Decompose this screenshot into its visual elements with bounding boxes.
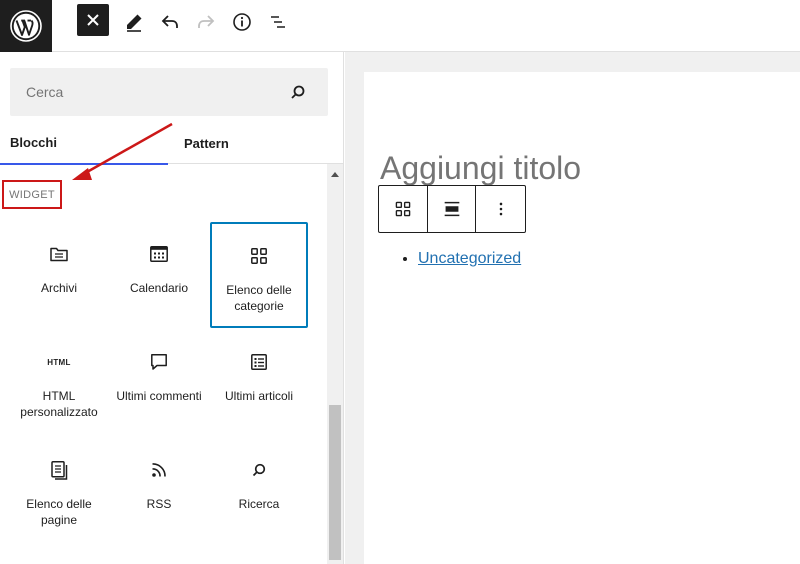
- details-button[interactable]: [224, 4, 260, 40]
- comment-icon: [147, 350, 171, 374]
- block-label: Archivi: [40, 281, 77, 295]
- block-inserter-panel: Blocchi Pattern Archivi: [0, 52, 344, 564]
- block-item-latest-posts[interactable]: Ultimi articoli: [210, 330, 308, 436]
- close-inserter-button[interactable]: [77, 4, 109, 36]
- widget-category-heading: WIDGET: [2, 180, 62, 209]
- block-item-page-list[interactable]: Elenco delle pagine: [10, 438, 108, 544]
- categories-list: Uncategorized: [398, 250, 521, 268]
- pencil-icon: [127, 14, 142, 32]
- block-item-rss[interactable]: RSS: [110, 438, 208, 544]
- post-title-input[interactable]: Aggiungi titolo: [380, 150, 581, 187]
- category-link[interactable]: Uncategorized: [418, 250, 521, 267]
- block-type-button[interactable]: [379, 186, 428, 232]
- block-item-latest-comments[interactable]: Ultimi commenti: [110, 330, 208, 436]
- block-label: Calendario: [129, 281, 189, 295]
- tools-button[interactable]: [116, 4, 152, 40]
- search-box: [10, 68, 328, 116]
- block-label: RSS: [146, 497, 172, 511]
- editor-canvas: [364, 72, 800, 564]
- folder-icon: [47, 242, 71, 266]
- block-label: Ricerca: [238, 497, 280, 511]
- close-icon: [87, 14, 99, 26]
- block-label: Elenco delle pagine: [26, 497, 92, 527]
- wordpress-logo-icon: [10, 10, 42, 42]
- rss-icon: [147, 458, 171, 482]
- scrollbar-thumb[interactable]: [329, 405, 341, 560]
- calendar-icon: [147, 242, 171, 266]
- block-item-categories[interactable]: Elenco delle categorie: [210, 222, 308, 328]
- info-icon: [233, 13, 251, 31]
- redo-icon: [198, 15, 215, 28]
- block-item-custom-html[interactable]: HTML HTML personalizzato: [10, 330, 108, 436]
- scroll-up-arrow-icon[interactable]: [327, 168, 343, 180]
- redo-button[interactable]: [188, 4, 224, 40]
- search-icon: [247, 458, 271, 482]
- annotation-arrow-icon: [72, 122, 173, 180]
- search-icon: [291, 85, 305, 99]
- undo-icon: [161, 15, 178, 28]
- tab-patterns[interactable]: Pattern: [184, 122, 344, 164]
- block-options-button[interactable]: [476, 186, 525, 232]
- more-vertical-icon: [499, 202, 502, 216]
- block-toolbar: [378, 185, 526, 233]
- tab-patterns-label: Pattern: [184, 135, 229, 151]
- pages-icon: [47, 458, 71, 482]
- post-list-icon: [247, 350, 271, 374]
- list-item: Uncategorized: [418, 250, 521, 268]
- categories-icon: [395, 201, 411, 217]
- tab-blocks-label: Blocchi: [10, 135, 57, 150]
- align-wide-icon: [444, 201, 459, 217]
- html-icon: HTML: [47, 350, 71, 374]
- block-label: Elenco delle categorie: [226, 283, 292, 313]
- align-button[interactable]: [428, 186, 477, 232]
- inserter-scrollbar[interactable]: [327, 164, 343, 564]
- list-view-button[interactable]: [260, 4, 296, 40]
- block-label: Ultimi commenti: [116, 389, 202, 403]
- list-view-icon: [271, 16, 285, 28]
- block-label: HTML personalizzato: [20, 389, 98, 419]
- html-icon-text: HTML: [47, 357, 71, 367]
- categories-icon: [247, 244, 271, 268]
- block-label: Ultimi articoli: [224, 389, 293, 403]
- search-button[interactable]: [286, 80, 310, 104]
- search-input[interactable]: [10, 68, 280, 116]
- block-item-search[interactable]: Ricerca: [210, 438, 308, 544]
- undo-button[interactable]: [152, 4, 188, 40]
- editor-header: [0, 0, 800, 52]
- wordpress-logo-button[interactable]: [0, 0, 52, 52]
